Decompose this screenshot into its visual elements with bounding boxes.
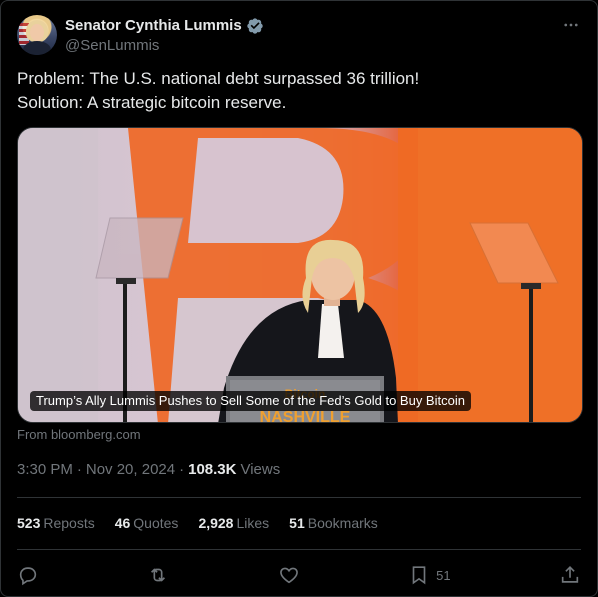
- likes-label: Likes: [236, 515, 270, 531]
- stage-photo: Bitcoin NASHVILLE: [18, 128, 582, 423]
- author-handle[interactable]: @SenLummis: [65, 37, 264, 54]
- author-names: Senator Cynthia Lummis @SenLummis: [65, 17, 264, 54]
- link-card-caption[interactable]: Trump’s Ally Lummis Pushes to Sell Some …: [30, 391, 471, 411]
- bookmark-button[interactable]: 51: [408, 564, 451, 586]
- share-button[interactable]: [559, 564, 581, 586]
- bookmark-icon: [412, 566, 426, 585]
- divider: [17, 549, 581, 550]
- reply-icon: [19, 567, 37, 586]
- more-options-icon[interactable]: [561, 15, 581, 35]
- heart-icon: [279, 567, 298, 584]
- bookmarks-count: 51: [289, 515, 305, 531]
- avatar[interactable]: [17, 15, 57, 55]
- reposts-count: 523: [17, 515, 41, 531]
- views-label: Views: [240, 461, 281, 478]
- quotes-stat[interactable]: 46 Quotes: [115, 515, 179, 531]
- quotes-count: 46: [114, 515, 131, 531]
- repost-icon: [151, 568, 166, 582]
- tweet-meta: 3:30 PM · Nov 20, 2024 · 108.3K Views: [17, 461, 280, 478]
- link-card-image[interactable]: Bitcoin NASHVILLE Trump’s Ally Lummis Pu…: [17, 127, 583, 423]
- likes-count: 2,928: [198, 515, 234, 531]
- tweet-date[interactable]: Nov 20, 2024: [86, 461, 175, 478]
- bookmarks-label: Bookmarks: [307, 515, 378, 531]
- bookmarks-stat[interactable]: 51 Bookmarks: [289, 515, 378, 531]
- bookmark-count: 51: [436, 567, 451, 583]
- avatar-face: [30, 24, 44, 41]
- likes-stat[interactable]: 2,928 Likes: [198, 515, 269, 531]
- tweet-card: Senator Cynthia Lummis @SenLummis Proble…: [0, 0, 598, 597]
- tweet-text-line: Solution: A strategic bitcoin reserve.: [17, 93, 287, 112]
- reposts-stat[interactable]: 523 Reposts: [17, 515, 95, 531]
- tweet-stats: 523 Reposts 46 Quotes 2,928 Likes 51 Bookmar…: [17, 515, 378, 531]
- reposts-label: Reposts: [43, 515, 95, 531]
- ellipsis-icon: [564, 23, 578, 27]
- tweet-text-line: Problem: The U.S. national debt surpasse…: [17, 69, 420, 88]
- link-source[interactable]: From bloomberg.com: [17, 427, 141, 442]
- verified-badge-icon: [247, 17, 263, 34]
- avatar-shoulders: [23, 41, 51, 55]
- meta-separator: ·: [76, 461, 82, 478]
- author-display-name[interactable]: Senator Cynthia Lummis: [65, 17, 242, 34]
- tweet-text: Problem: The U.S. national debt surpasse…: [17, 67, 581, 115]
- repost-button[interactable]: [147, 564, 169, 586]
- like-button[interactable]: [278, 564, 300, 586]
- divider: [17, 497, 581, 498]
- tweet-actions: 51: [17, 561, 581, 589]
- name-row: Senator Cynthia Lummis: [65, 17, 264, 35]
- reply-button[interactable]: [17, 564, 39, 586]
- tweet-header: Senator Cynthia Lummis @SenLummis: [17, 13, 581, 57]
- share-icon: [561, 566, 579, 583]
- tweet-time[interactable]: 3:30 PM: [17, 461, 73, 478]
- meta-separator: ·: [179, 461, 185, 478]
- views-count: 108.3K: [188, 461, 237, 478]
- quotes-label: Quotes: [133, 515, 179, 531]
- podium-text: NASHVILLE: [260, 409, 351, 423]
